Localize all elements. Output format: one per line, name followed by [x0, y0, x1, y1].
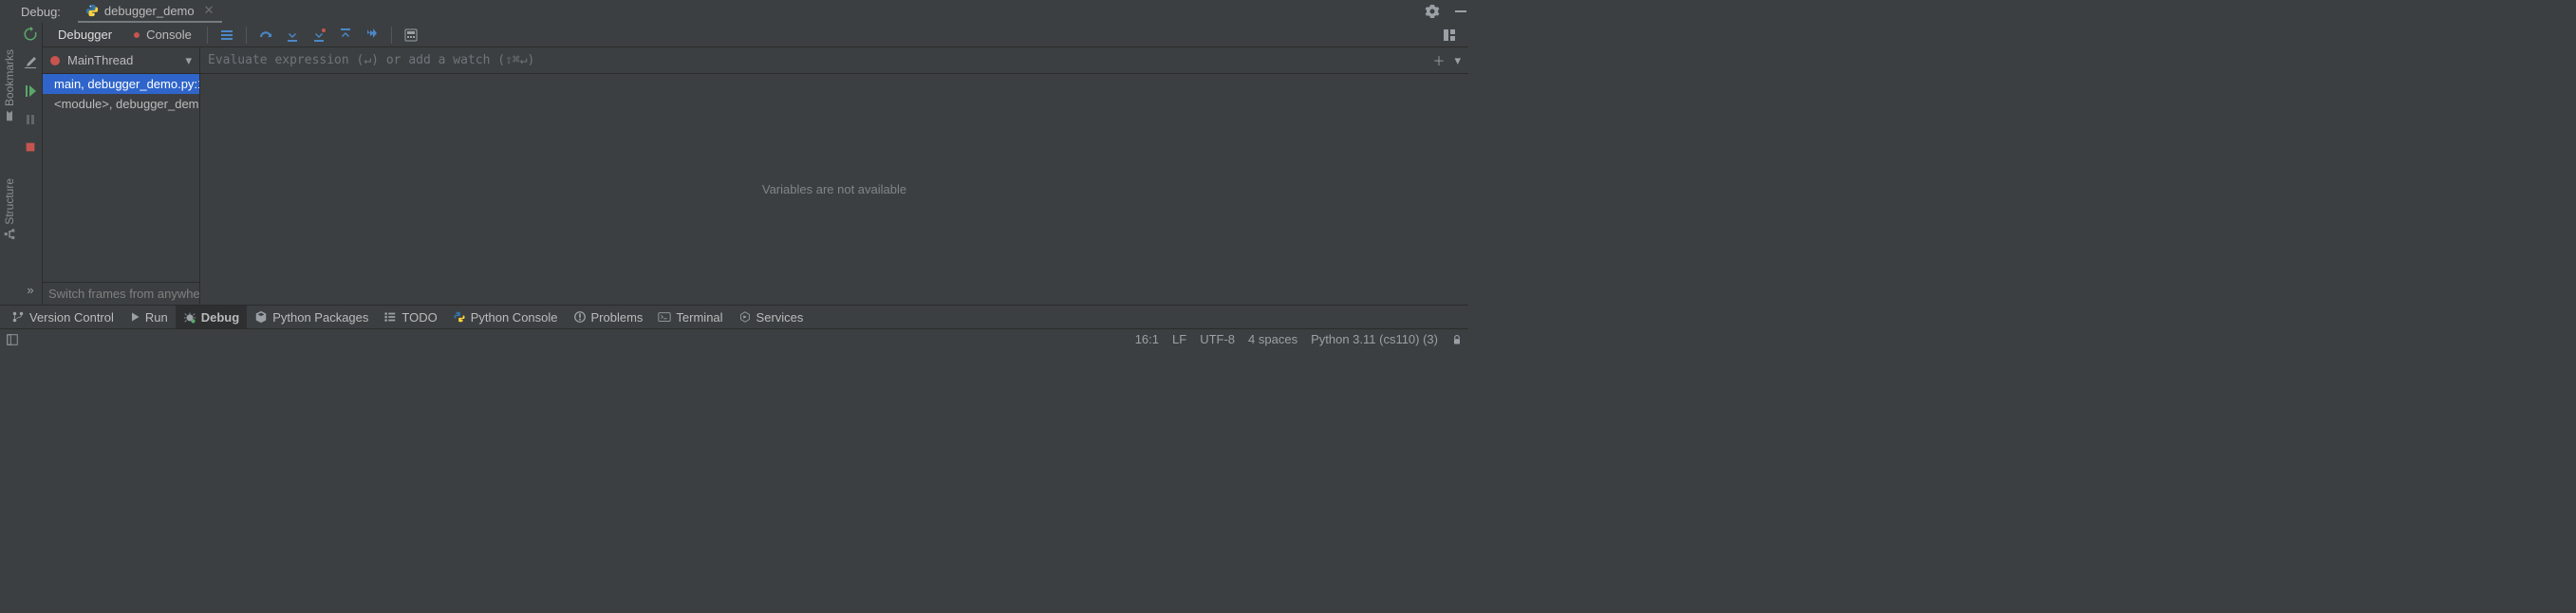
- terminal-toolwindow[interactable]: Terminal: [650, 306, 730, 329]
- problems-toolwindow[interactable]: Problems: [566, 306, 651, 329]
- step-into-my-code-icon[interactable]: [311, 28, 327, 43]
- evaluate-expression-input[interactable]: [208, 53, 1423, 67]
- debug-toolwindow[interactable]: Debug: [176, 306, 247, 329]
- frames-hint: Switch frames from anywhere i… ✕: [43, 282, 199, 305]
- step-into-icon[interactable]: [285, 28, 300, 43]
- debugger-tab[interactable]: Debugger: [48, 28, 121, 42]
- todo-toolwindow[interactable]: TODO: [376, 306, 444, 329]
- python-packages-toolwindow[interactable]: Python Packages: [247, 306, 376, 329]
- run-to-cursor-icon[interactable]: [364, 28, 380, 43]
- debug-panel-title: Debug:: [21, 5, 61, 19]
- rerun-icon[interactable]: [23, 27, 38, 42]
- thread-name: MainThread: [67, 53, 133, 67]
- pause-icon[interactable]: [23, 112, 38, 127]
- terminal-icon: [658, 310, 671, 324]
- services-icon: [738, 310, 752, 324]
- services-toolwindow[interactable]: Services: [731, 306, 812, 329]
- list-icon: [383, 310, 397, 324]
- evaluate-expression-icon[interactable]: [403, 28, 419, 43]
- bug-icon: [183, 310, 196, 324]
- chevron-down-icon: ▾: [185, 53, 192, 68]
- step-over-icon[interactable]: [258, 28, 273, 43]
- thread-status-icon: [50, 56, 60, 65]
- settings-icon[interactable]: [1425, 4, 1440, 19]
- package-icon: [254, 310, 268, 324]
- add-watch-icon[interactable]: ＋: [1432, 51, 1445, 69]
- warning-icon: [573, 310, 587, 324]
- console-tab[interactable]: Console: [121, 28, 201, 42]
- toolwindows-quick-access-icon[interactable]: [6, 333, 19, 346]
- play-icon: [129, 311, 140, 323]
- resume-icon[interactable]: [23, 84, 38, 99]
- vcs-toolwindow[interactable]: Version Control: [4, 306, 121, 329]
- structure-toolwindow[interactable]: Structure: [3, 178, 16, 240]
- stop-icon[interactable]: [24, 140, 37, 154]
- ide-lock-icon[interactable]: [1451, 334, 1463, 345]
- file-encoding[interactable]: UTF-8: [1200, 332, 1235, 346]
- debug-config-name: debugger_demo: [104, 4, 195, 18]
- stack-frame[interactable]: main, debugger_demo.py:16: [43, 74, 199, 94]
- threads-icon[interactable]: [219, 28, 234, 43]
- python-console-icon: [453, 310, 466, 324]
- more-icon[interactable]: »: [27, 283, 33, 297]
- indent-settings[interactable]: 4 spaces: [1248, 332, 1297, 346]
- modify-run-config-icon[interactable]: [23, 55, 38, 70]
- close-tab-icon[interactable]: ✕: [204, 3, 215, 18]
- python-console-toolwindow[interactable]: Python Console: [445, 306, 566, 329]
- branch-icon: [11, 310, 25, 324]
- step-out-icon[interactable]: [338, 28, 353, 43]
- stack-frame[interactable]: <module>, debugger_demo.py: [43, 94, 199, 114]
- expression-history-icon[interactable]: ▾: [1454, 53, 1461, 68]
- python-interpreter[interactable]: Python 3.11 (cs110) (3): [1311, 332, 1438, 346]
- thread-selector[interactable]: MainThread ▾: [43, 47, 199, 74]
- debug-config-tab[interactable]: debugger_demo ✕: [78, 0, 222, 23]
- bookmarks-toolwindow[interactable]: Bookmarks: [3, 49, 16, 121]
- caret-position[interactable]: 16:1: [1135, 332, 1159, 346]
- run-toolwindow[interactable]: Run: [121, 306, 176, 329]
- variables-empty-message: Variables are not available: [200, 74, 1468, 305]
- line-separator[interactable]: LF: [1172, 332, 1186, 346]
- layout-settings-icon[interactable]: [1442, 28, 1457, 43]
- minimize-icon[interactable]: [1453, 4, 1468, 19]
- python-icon: [85, 4, 99, 17]
